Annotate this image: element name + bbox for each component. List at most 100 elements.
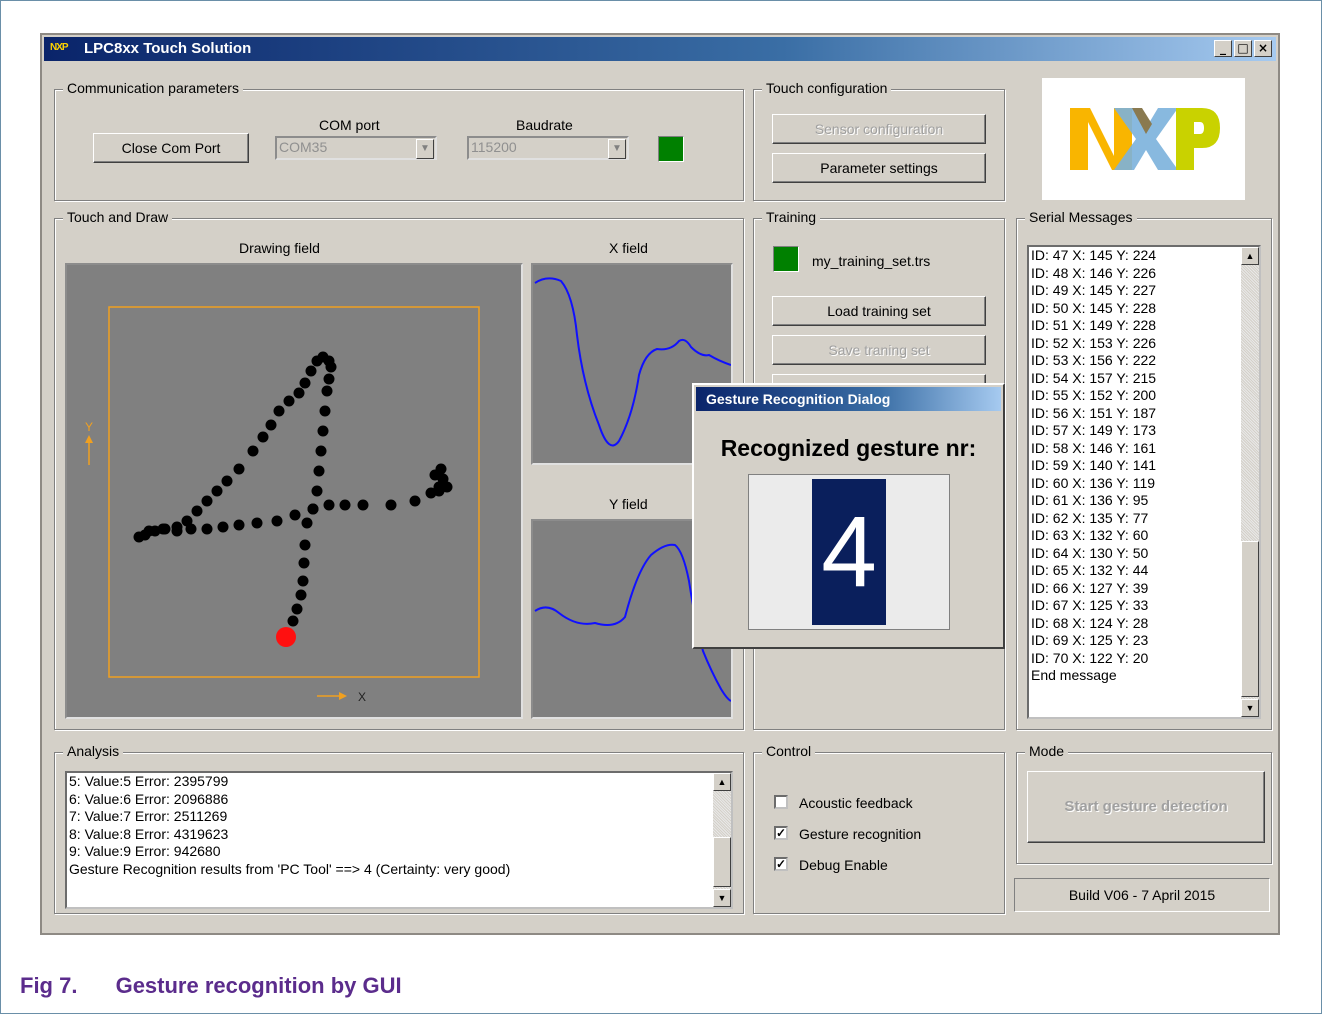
serial-message-line: ID: 63 X: 132 Y: 60	[1031, 527, 1149, 543]
gesture-trace-point	[323, 373, 335, 385]
scroll-up-icon[interactable]: ▲	[1241, 247, 1259, 265]
gesture-trace-point	[297, 575, 309, 587]
gesture-trace-point	[265, 419, 277, 431]
window-controls: _ □ ×	[1214, 40, 1272, 57]
serial-message-line: ID: 69 X: 125 Y: 23	[1031, 632, 1149, 648]
gesture-trace-point	[315, 445, 327, 457]
title-bar[interactable]: NXP LPC8xx Touch Solution _ □ ×	[44, 37, 1276, 61]
baudrate-label: Baudrate	[516, 117, 573, 133]
window-title: LPC8xx Touch Solution	[84, 40, 252, 57]
touch-configuration-label: Touch configuration	[762, 80, 892, 96]
gesture-trace-point	[305, 365, 317, 377]
serial-message-line: ID: 50 X: 145 Y: 228	[1031, 299, 1157, 316]
close-button[interactable]: ×	[1254, 40, 1272, 57]
serial-scrollbar[interactable]: ▲ ▼	[1241, 247, 1259, 717]
com-port-value: COM35	[279, 139, 328, 155]
mode-group: Mode Start gesture detection	[1016, 743, 1272, 864]
touch-and-draw-group: Touch and Draw Drawing field X field Y X…	[54, 209, 744, 730]
serial-message-line: ID: 70 X: 122 Y: 20	[1031, 649, 1149, 666]
maximize-button[interactable]: □	[1234, 40, 1252, 57]
gesture-trace-point	[191, 505, 203, 517]
scroll-thumb[interactable]	[1241, 541, 1259, 697]
serial-lines-container: ID: 47 X: 145 Y: 224 ID: 48 X: 146 Y: 226…	[1029, 247, 1241, 685]
nxp-logo	[1042, 78, 1245, 200]
gesture-trace-point	[201, 523, 213, 535]
gesture-trace-point	[311, 485, 323, 497]
analysis-line: 8: Value:8 Error: 4319623	[69, 825, 229, 842]
gesture-trace-point	[301, 517, 313, 529]
communication-group-label: Communication parameters	[63, 80, 243, 96]
serial-message-line: ID: 60 X: 136 Y: 119	[1031, 474, 1156, 491]
analysis-line: 7: Value:7 Error: 2511269	[69, 808, 228, 824]
gesture-trace-point	[217, 521, 229, 533]
parameter-settings-button[interactable]: Parameter settings	[772, 153, 986, 183]
serial-message-line: ID: 54 X: 157 Y: 215	[1031, 369, 1157, 386]
gesture-trace-point	[185, 523, 197, 535]
baudrate-select[interactable]: 115200 ▼	[467, 136, 629, 160]
gesture-trace-point	[441, 481, 453, 493]
gesture-recognition-dialog: Gesture Recognition Dialog Recognized ge…	[692, 383, 1005, 649]
start-gesture-detection-button[interactable]: Start gesture detection	[1027, 771, 1265, 843]
gesture-trace-point	[247, 445, 259, 457]
gesture-trace-point	[257, 431, 269, 443]
figure-number: Fig 7.	[20, 973, 78, 998]
sensor-configuration-button[interactable]: Sensor configuration	[772, 114, 986, 144]
analysis-line: Gesture Recognition results from 'PC Too…	[69, 860, 511, 877]
scroll-down-icon[interactable]: ▼	[713, 889, 731, 907]
gesture-trace-point	[211, 485, 223, 497]
gesture-trace-point	[429, 469, 441, 481]
mode-label: Mode	[1025, 743, 1069, 759]
serial-message-line: ID: 68 X: 124 Y: 28	[1031, 614, 1149, 631]
training-status-indicator	[773, 246, 799, 272]
serial-message-line: ID: 56 X: 151 Y: 187	[1031, 404, 1157, 421]
gesture-trace-point	[291, 603, 303, 615]
gesture-trace-point	[307, 503, 319, 515]
analysis-list[interactable]: 5: Value:5 Error: 2395799 6: Value:6 Erro…	[65, 771, 733, 909]
save-training-set-button[interactable]: Save traning set	[772, 335, 986, 365]
scroll-thumb[interactable]	[713, 837, 731, 887]
load-training-set-button[interactable]: Load training set	[772, 296, 986, 326]
gesture-trace-point	[357, 499, 369, 511]
gesture-trace-point	[299, 377, 311, 389]
dialog-title: Gesture Recognition Dialog	[706, 391, 891, 407]
gesture-trace-point	[251, 517, 263, 529]
analysis-label: Analysis	[63, 743, 124, 759]
gesture-trace-point	[295, 589, 307, 601]
com-port-select[interactable]: COM35 ▼	[275, 136, 437, 160]
analysis-scrollbar[interactable]: ▲ ▼	[713, 773, 731, 907]
gesture-trace-point	[293, 387, 305, 399]
training-file-name: my_training_set.trs	[812, 253, 931, 269]
scroll-down-icon[interactable]: ▼	[1241, 699, 1259, 717]
chevron-down-icon[interactable]: ▼	[416, 139, 434, 159]
analysis-line: 5: Value:5 Error: 2395799	[69, 773, 229, 789]
touch-configuration-group: Touch configuration Sensor configuration…	[753, 80, 1005, 201]
serial-message-line: ID: 66 X: 127 Y: 39	[1031, 579, 1149, 596]
gesture-trace-point	[233, 463, 245, 475]
scroll-up-icon[interactable]: ▲	[713, 773, 731, 791]
gesture-trace-point	[133, 531, 145, 543]
touch-and-draw-label: Touch and Draw	[63, 209, 173, 225]
gesture-trace-point	[323, 499, 335, 511]
com-port-label: COM port	[319, 117, 380, 133]
analysis-line: 6: Value:6 Error: 2096886	[69, 790, 229, 807]
debug-enable-label: Debug Enable	[799, 857, 888, 873]
minimize-button[interactable]: _	[1214, 40, 1232, 57]
gesture-trace-point	[273, 405, 285, 417]
analysis-lines-container: 5: Value:5 Error: 2395799 6: Value:6 Erro…	[67, 773, 713, 878]
serial-messages-list[interactable]: ID: 47 X: 145 Y: 224 ID: 48 X: 146 Y: 226…	[1027, 245, 1261, 719]
gesture-trace-point	[287, 615, 299, 627]
gesture-recognition-checkbox[interactable]: ✓	[774, 826, 788, 840]
close-com-port-button[interactable]: Close Com Port	[93, 133, 249, 163]
control-group: Control Acoustic feedback ✓ Gesture reco…	[753, 743, 1005, 914]
chevron-down-icon[interactable]: ▼	[608, 139, 626, 159]
baudrate-value: 115200	[471, 139, 517, 155]
acoustic-feedback-checkbox[interactable]	[774, 795, 788, 809]
connection-status-indicator	[658, 136, 684, 162]
serial-message-line: ID: 49 X: 145 Y: 227	[1031, 282, 1157, 298]
drawing-field-canvas[interactable]: Y X	[65, 263, 523, 719]
analysis-group: Analysis 5: Value:5 Error: 2395799 6: Val…	[54, 743, 744, 914]
debug-enable-checkbox[interactable]: ✓	[774, 857, 788, 871]
gesture-trace-point	[233, 519, 245, 531]
dialog-title-bar[interactable]: Gesture Recognition Dialog	[696, 387, 1001, 411]
gesture-result-panel: 4	[748, 474, 950, 630]
